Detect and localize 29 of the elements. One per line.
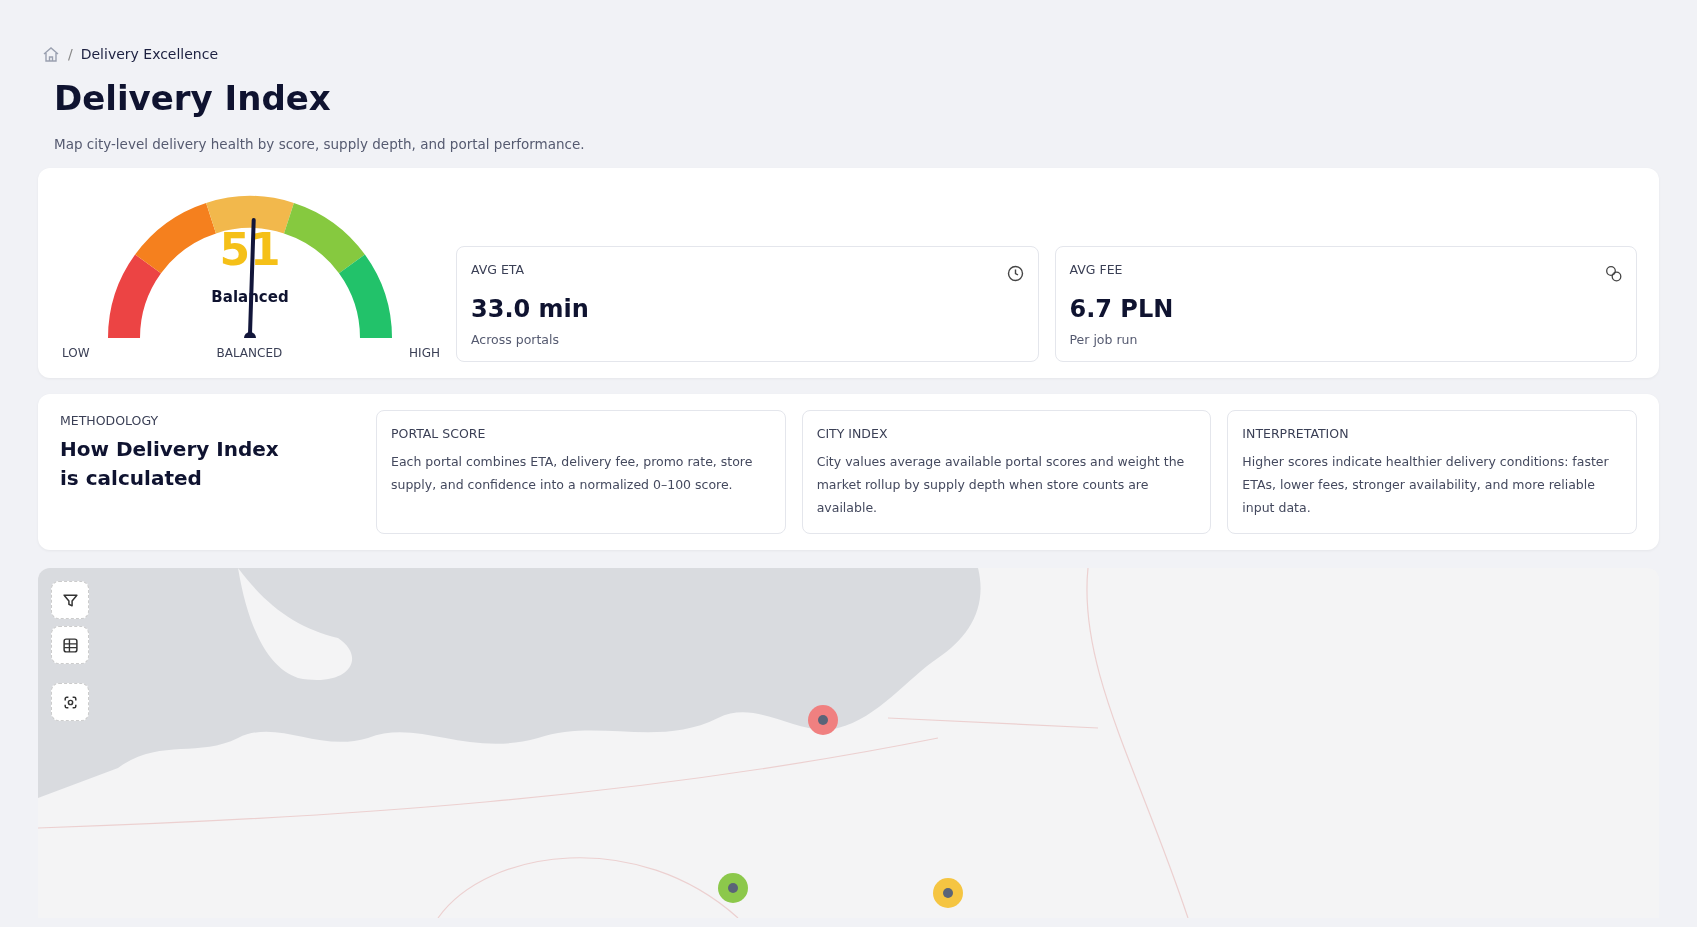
method-text: City values average available portal scores and weight the market rollup by supply depth when store counts are available. <box>816 453 1186 518</box>
filter-icon <box>61 591 79 609</box>
table-button[interactable] <box>51 626 89 665</box>
coins-icon <box>1605 264 1622 282</box>
gauge-scale-label: LOW <box>62 345 90 363</box>
clock-icon <box>1006 264 1024 282</box>
method-text: Each portal combines ETA, delivery fee, promo rate, store supply, and confidence into a normalized 0–100 score. <box>391 453 754 495</box>
stat-note: Per job run <box>1069 330 1139 349</box>
method-text: Higher scores indicate healthier delivery conditions: faster ETAs, lower fees, stronger availability, and more reliable input data. <box>1242 453 1610 518</box>
breadcrumb-separator: / <box>68 45 73 64</box>
method-title: PORTAL SCORE <box>391 425 487 444</box>
gauge-scale-label: HIGH <box>409 345 440 363</box>
locate-button[interactable] <box>51 683 89 722</box>
page-subtitle: Map city-level delivery health by score, supply depth, and portal performance. <box>54 135 586 154</box>
section-eyebrow: METHODOLOGY <box>60 412 160 431</box>
stat-note: Across portals <box>471 330 560 349</box>
stat-value: 6.7 PLN <box>1069 293 1175 325</box>
gauge-scale-label: BALANCED <box>216 345 283 363</box>
table-icon <box>61 636 79 654</box>
stat-value: 33.0 min <box>471 293 590 325</box>
filter-button[interactable] <box>51 581 89 620</box>
section-title: How Delivery Index is calculated <box>60 436 280 492</box>
method-title: INTERPRETATION <box>1242 425 1350 444</box>
stat-label: AVG FEE <box>1069 260 1123 279</box>
stat-label: AVG ETA <box>471 260 525 279</box>
locate-icon <box>61 693 79 711</box>
method-title: CITY INDEX <box>816 425 889 444</box>
breadcrumb-item[interactable]: Delivery Excellence <box>80 44 219 65</box>
page-title: Delivery Index <box>54 77 332 120</box>
